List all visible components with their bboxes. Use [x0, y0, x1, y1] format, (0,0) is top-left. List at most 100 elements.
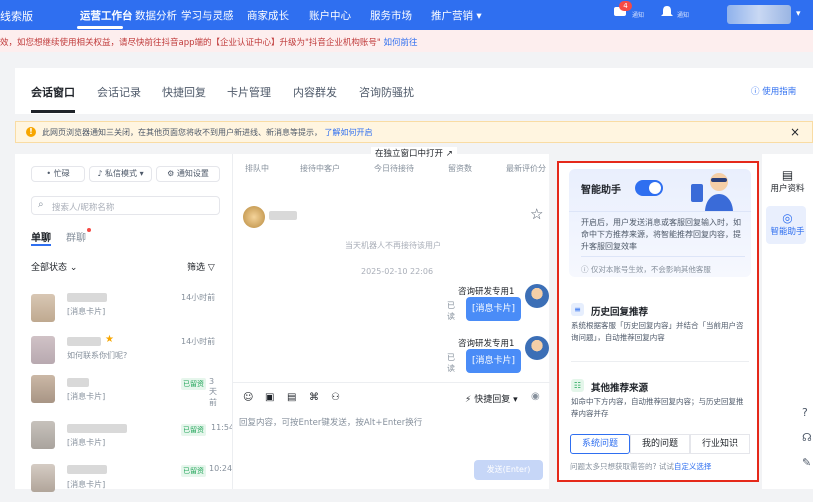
assistant-note: ⓘ 仅对本账号生效，不会影响其他客服	[581, 265, 711, 274]
list-item[interactable]: 已留资 3天前 [消息卡片]	[31, 375, 221, 415]
bell-icon-label: 通知	[677, 12, 690, 19]
contacts-icon[interactable]: ⚇	[331, 392, 342, 403]
upgrade-notice-bar: 效，如您想继续使用相关权益，请尽快前往抖音app端的【企业认证中心】升级为"抖音…	[0, 30, 813, 52]
avatar	[31, 336, 55, 364]
feedback-icon[interactable]: ✎	[802, 456, 811, 469]
document-icon: ▤	[781, 168, 794, 182]
list-item[interactable]: 已留资 10:24 [消息卡片]	[31, 462, 232, 502]
tab-active-underline	[31, 110, 75, 113]
smart-assistant-panel: 智能助手 开启后，用户发送消息或客服回复输入时，如命中下方推荐来源，将智能推荐回…	[557, 161, 759, 482]
contact-name-blurred	[67, 293, 107, 302]
conversation-time: 14小时前	[181, 293, 216, 302]
tab-broadcast[interactable]: 内容群发	[293, 84, 337, 100]
search-icon: ⌕	[38, 199, 44, 210]
subtab-group-chat[interactable]: 群聊	[66, 229, 86, 244]
star-outline-icon[interactable]: ☆	[530, 205, 543, 223]
assistant-toggle[interactable]	[635, 180, 663, 196]
bell-icon[interactable]	[660, 6, 674, 18]
list-item[interactable]: ★ 14小时前 如何联系你们呢?	[31, 334, 221, 374]
chip-system-questions[interactable]: 系统问题	[570, 434, 630, 454]
avatar	[243, 206, 265, 228]
assistant-header-card: 智能助手 开启后，用户发送消息或客服回复输入时，如命中下方推荐来源，将智能推荐回…	[569, 169, 751, 277]
status-filter[interactable]: 全部状态 ⌄	[31, 260, 77, 273]
status-badge: 已留资	[181, 424, 206, 436]
warning-link[interactable]: 了解如何开启	[325, 128, 373, 137]
right-sidebar: ▤ 用户资料 ◎ 智能助手 ? ☊ ✎	[762, 154, 813, 489]
avatar	[525, 284, 549, 308]
conversation-preview: [消息卡片]	[67, 480, 106, 489]
image-icon[interactable]: ▣	[265, 392, 276, 403]
tab-anti-harassment[interactable]: 咨询防骚扰	[359, 84, 414, 100]
warning-text: 此网页浏览器通知三关闭，在其他页面您将收不到用户新进线、新消息等提示，	[42, 128, 322, 137]
chat-panel: 在独立窗口中打开 ↗ 排队中 接待中客户 今日待接待 留资数 最新评价分 ☆ 当…	[232, 147, 550, 489]
card-icon[interactable]: ▤	[287, 392, 298, 403]
list-item[interactable]: 14小时前 [消息卡片]	[31, 290, 221, 330]
headset-icon[interactable]: ☊	[802, 431, 812, 444]
nav-item-account-center[interactable]: 账户中心	[309, 8, 351, 23]
link-icon[interactable]: ⌘	[309, 392, 320, 403]
sidebar-item-assistant[interactable]: ◎ 智能助手	[762, 211, 813, 237]
divider	[569, 211, 751, 212]
brand-logo[interactable]: 线索版	[0, 8, 33, 24]
open-in-window-button[interactable]: 在独立窗口中打开 ↗	[371, 147, 457, 159]
nav-item-merchant-growth[interactable]: 商家成长	[247, 8, 289, 23]
tab-chat-records[interactable]: 会话记录	[97, 84, 141, 100]
reply-input[interactable]: 回复内容，可按Enter键发送，按Alt+Enter换行	[239, 416, 422, 428]
nav-item-learning[interactable]: 学习与灵感	[181, 8, 234, 23]
history-icon: ≡	[571, 303, 584, 316]
tab-chat-window[interactable]: 会话窗口	[31, 84, 75, 100]
chip-industry-knowledge[interactable]: 行业知识	[690, 434, 750, 454]
tab-card-management[interactable]: 卡片管理	[227, 84, 271, 100]
star-icon: ★	[105, 334, 114, 345]
subtab-single-chat[interactable]: 单聊	[31, 229, 51, 244]
nav-item-service-market[interactable]: 服务市场	[370, 8, 412, 23]
chevron-down-icon[interactable]: ▾	[796, 9, 801, 19]
notice-text: 效，如您想继续使用相关权益，请尽快前往抖音app端的【企业认证中心】升级为"抖音…	[0, 38, 381, 48]
conversation-list-panel: • 忙碌 ♪ 私信模式 ▾ ⚙ 通知设置 ⌕ 搜索人/昵称名称 单聊 群聊 全部…	[15, 154, 234, 492]
read-receipt: 已读	[447, 353, 455, 373]
external-link-icon: ↗	[445, 149, 453, 159]
conversation-preview: 如何联系你们呢?	[67, 351, 128, 360]
send-button[interactable]: 发送(Enter)	[474, 460, 543, 480]
status-badge: 已留资	[181, 378, 206, 390]
other-sources-description: 如命中下方内容，自动推荐回复内容；与历史回复推荐内容并存	[571, 397, 744, 418]
robot-icon[interactable]: ◉	[531, 391, 540, 402]
chip-my-questions[interactable]: 我的问题	[630, 434, 690, 454]
notice-link[interactable]: 如何前往	[384, 38, 418, 48]
tab-quick-reply[interactable]: 快捷回复	[162, 84, 206, 100]
filter-button[interactable]: 筛选 ▽	[187, 260, 215, 273]
stat-latest-rating: 最新评价分	[506, 164, 546, 173]
search-input[interactable]: ⌕ 搜索人/昵称名称	[31, 196, 220, 215]
status-badge: 已留资	[181, 465, 206, 477]
stat-today-pending: 今日待接待	[374, 164, 414, 173]
notify-badge: 4	[619, 1, 632, 11]
toggle-knob	[649, 182, 661, 194]
contact-name-blurred	[67, 424, 127, 433]
nav-item-data-analysis[interactable]: 数据分析	[135, 8, 177, 23]
quick-reply-button[interactable]: ⚡ 快捷回复 ▾	[465, 392, 518, 405]
custom-select-link[interactable]: 自定义选择	[674, 462, 712, 471]
history-description: 系统根据客服「历史回复内容」并结合「当前用户咨询问题」，自动推荐回复内容	[571, 321, 744, 342]
assistant-title: 智能助手	[581, 185, 621, 196]
sidebar-item-user-profile[interactable]: ▤ 用户资料	[762, 168, 813, 194]
emoji-icon[interactable]: ☺	[243, 392, 254, 403]
nav-item-marketing[interactable]: 推广营销 ▾	[431, 8, 482, 23]
list-item[interactable]: 已留资 11:54 [消息卡片]	[31, 421, 234, 461]
user-avatar-blurred[interactable]	[727, 5, 791, 24]
notify-settings-button[interactable]: ⚙ 通知设置	[156, 166, 220, 182]
nav-active-indicator	[77, 26, 123, 29]
message-card-bubble[interactable]: [消息卡片]	[466, 349, 521, 373]
mode-selector[interactable]: ♪ 私信模式 ▾	[89, 166, 152, 182]
warning-icon: !	[26, 127, 36, 137]
filter-icon: ▽	[207, 263, 215, 273]
contact-name-blurred	[269, 211, 297, 220]
help-icon[interactable]: ?	[802, 406, 808, 419]
avatar	[525, 336, 549, 360]
close-icon[interactable]: ×	[790, 125, 800, 139]
avatar	[31, 294, 55, 322]
message-card-bubble[interactable]: [消息卡片]	[466, 297, 521, 321]
user-guide-link[interactable]: ⓘ 使用指南	[751, 85, 796, 97]
nav-item-workbench[interactable]: 运营工作台	[80, 8, 133, 23]
top-navigation-bar: 线索版 运营工作台 数据分析 学习与灵感 商家成长 账户中心 服务市场 推广营销…	[0, 0, 813, 30]
status-selector[interactable]: • 忙碌	[31, 166, 85, 182]
